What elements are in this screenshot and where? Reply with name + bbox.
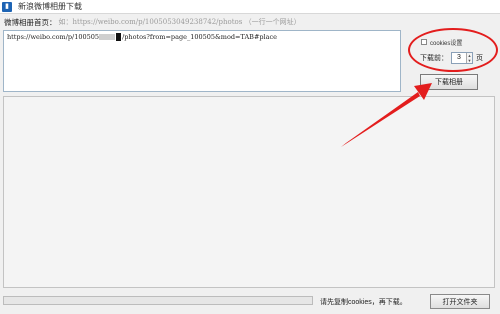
open-folder-button[interactable]: 打开文件夹: [430, 294, 490, 309]
title-bar: ▮ 新浪微博相册下载: [0, 0, 500, 14]
url-hint: 如：https://weibo.com/p/1005053049238742/p…: [58, 18, 301, 26]
annotation-ellipse: [408, 28, 498, 72]
url-label-row: 微博相册首页： 如：https://weibo.com/p/1005053049…: [4, 16, 301, 28]
app-icon: ▮: [2, 1, 12, 12]
log-output-area[interactable]: [3, 96, 495, 288]
mouse-cursor-icon: [116, 33, 122, 41]
url-input[interactable]: https://weibo.com/p/100505/photos?from=p…: [3, 30, 401, 92]
window-title: 新浪微博相册下载: [18, 2, 82, 11]
redacted-segment: [99, 34, 116, 40]
url-value-suffix: /photos?from=page_100505&mod=TAB#place: [122, 33, 277, 41]
status-text: 请先复制cookies，再下载。: [320, 299, 407, 306]
progress-bar: [3, 296, 313, 305]
download-album-button[interactable]: 下载相册: [420, 74, 478, 90]
url-label: 微博相册首页：: [4, 17, 57, 27]
url-value-prefix: https://weibo.com/p/100505: [7, 33, 100, 41]
